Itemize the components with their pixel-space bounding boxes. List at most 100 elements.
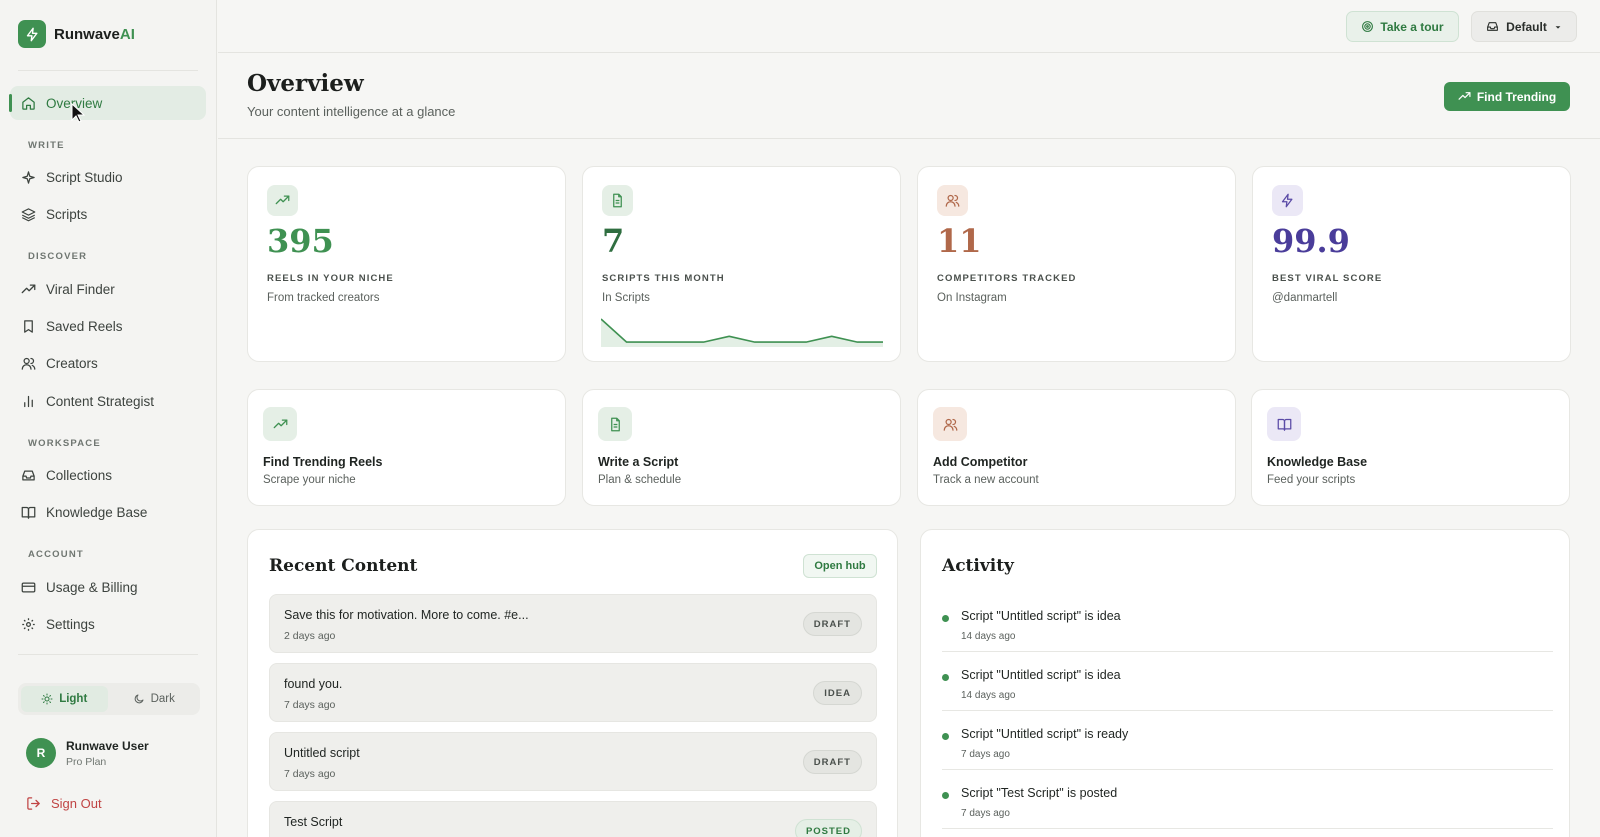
theme-toggle: Light Dark [18,683,200,715]
sign-out-button[interactable]: Sign Out [26,796,102,811]
action-add-competitor[interactable]: Add Competitor Track a new account [917,389,1236,506]
sidebar-item-label: Scripts [46,206,88,222]
status-dot-icon [942,674,949,681]
sidebar-item-label: Script Studio [46,169,123,185]
status-badge: DRAFT [802,612,862,636]
status-badge: IDEA [813,681,862,705]
content-title: Untitled script [284,746,360,760]
layers-icon [21,207,36,221]
activity-text: Script "Untitled script" is idea [961,609,1121,623]
take-tour-label: Take a tour [1380,19,1444,34]
book-open-icon [21,506,36,519]
workspace-label: Default [1506,19,1547,34]
sidebar-item-viral-finder[interactable]: Viral Finder [10,272,206,306]
sidebar-item-label: Saved Reels [46,318,123,334]
moon-icon [134,694,144,704]
target-icon [1362,21,1374,32]
sidebar-item-overview[interactable]: Overview [9,86,206,120]
find-trending-button[interactable]: Find Trending [1444,82,1570,111]
content-title: Save this for motivation. More to come. … [284,608,529,622]
activity-time: 7 days ago [961,808,1010,819]
divider [18,654,198,655]
divider [218,138,1600,139]
stat-value: 99.9 [1272,222,1350,260]
bar-chart-icon [24,395,33,407]
status-badge: POSTED [794,819,862,837]
open-hub-button[interactable]: Open hub [803,554,877,578]
stat-label: SCRIPTS THIS MONTH [602,273,725,284]
sidebar-item-settings[interactable]: Settings [10,607,206,641]
users-icon [21,357,36,370]
action-knowledge-base[interactable]: Knowledge Base Feed your scripts [1251,389,1570,506]
activity-time: 7 days ago [961,749,1010,760]
activity-text: Script "Test Script" is posted [961,786,1118,800]
activity-item: Script "Untitled script" is ready 7 days… [942,712,1553,770]
theme-light-button[interactable]: Light [21,686,108,712]
inbox-icon [22,470,35,480]
list-item[interactable]: found you. 7 days ago IDEA [269,663,877,722]
activity-item: Script "Untitled script" is idea 14 days… [942,653,1553,711]
action-subtitle: Track a new account [933,474,1039,486]
action-title: Knowledge Base [1267,455,1368,469]
chevron-down-icon [1555,25,1561,29]
sidebar-item-usage-billing[interactable]: Usage & Billing [10,570,206,604]
list-item[interactable]: Untitled script 7 days ago DRAFT [269,732,877,791]
brand-name: RunwaveAI [54,25,135,43]
sidebar-item-label: Content Strategist [46,393,155,409]
sidebar-item-creators[interactable]: Creators [10,346,206,380]
content-time: 7 days ago [284,699,336,711]
credit-card-icon [21,582,36,592]
content-time: 2 days ago [284,630,336,642]
scripts-sparkline [601,318,883,347]
activity-item: Script "Test Script" is posted 7 days ag… [942,771,1553,829]
action-write-script[interactable]: Write a Script Plan & schedule [582,389,901,506]
sidebar-item-label: Settings [46,616,95,632]
sidebar-item-label: Viral Finder [46,281,115,297]
gear-icon [22,617,35,631]
activity-text: Script "Untitled script" is idea [961,668,1121,682]
stat-card-scripts: 7 SCRIPTS THIS MONTH In Scripts [582,166,901,362]
document-icon [598,407,632,441]
action-find-trending-reels[interactable]: Find Trending Reels Scrape your niche [247,389,566,506]
sidebar-item-scripts[interactable]: Scripts [10,197,206,231]
list-item[interactable]: Test Script POSTED [269,801,877,837]
sidebar-item-label: Creators [46,355,98,371]
sign-out-label: Sign Out [51,796,102,811]
activity-item: Script "Untitled script" is idea 14 days… [942,594,1553,652]
sidebar: RunwaveAI Overview WRITE Script Studio S… [0,0,217,837]
sidebar-item-label: Usage & Billing [46,579,138,595]
mouse-cursor-icon [71,103,85,123]
sidebar-item-collections[interactable]: Collections [10,458,206,492]
stat-subtext: On Instagram [937,292,1007,304]
user-profile[interactable]: R Runwave User Pro Plan [26,738,149,768]
sidebar-item-script-studio[interactable]: Script Studio [10,160,206,194]
sparkle-icon [22,170,35,184]
action-subtitle: Feed your scripts [1267,474,1356,486]
panel-title: Recent Content [269,556,418,576]
stat-label: COMPETITORS TRACKED [937,273,1077,284]
workspace-selector[interactable]: Default [1471,11,1577,42]
activity-time: 14 days ago [961,631,1016,642]
sidebar-item-knowledge-base[interactable]: Knowledge Base [10,495,206,529]
content-title: found you. [284,677,343,691]
take-tour-button[interactable]: Take a tour [1346,11,1459,42]
status-dot-icon [942,733,949,740]
theme-dark-label: Dark [150,693,175,705]
brand[interactable]: RunwaveAI [18,20,135,48]
page-subtitle: Your content intelligence at a glance [247,104,456,119]
bolt-icon [1272,185,1303,216]
stat-label: REELS IN YOUR NICHE [267,273,394,284]
sidebar-item-label: Collections [46,467,113,483]
bolt-icon [18,20,46,48]
home-icon [22,96,35,110]
trending-up-icon [21,284,36,293]
action-title: Find Trending Reels [263,455,383,469]
sidebar-item-content-strategist[interactable]: Content Strategist [10,384,206,418]
divider [18,70,198,71]
sparkline-line [601,318,883,343]
sidebar-item-saved-reels[interactable]: Saved Reels [10,309,206,343]
theme-dark-button[interactable]: Dark [111,686,198,712]
stat-card-reels: 395 REELS IN YOUR NICHE From tracked cre… [247,166,566,362]
trending-up-icon [263,407,297,441]
list-item[interactable]: Save this for motivation. More to come. … [269,594,877,653]
